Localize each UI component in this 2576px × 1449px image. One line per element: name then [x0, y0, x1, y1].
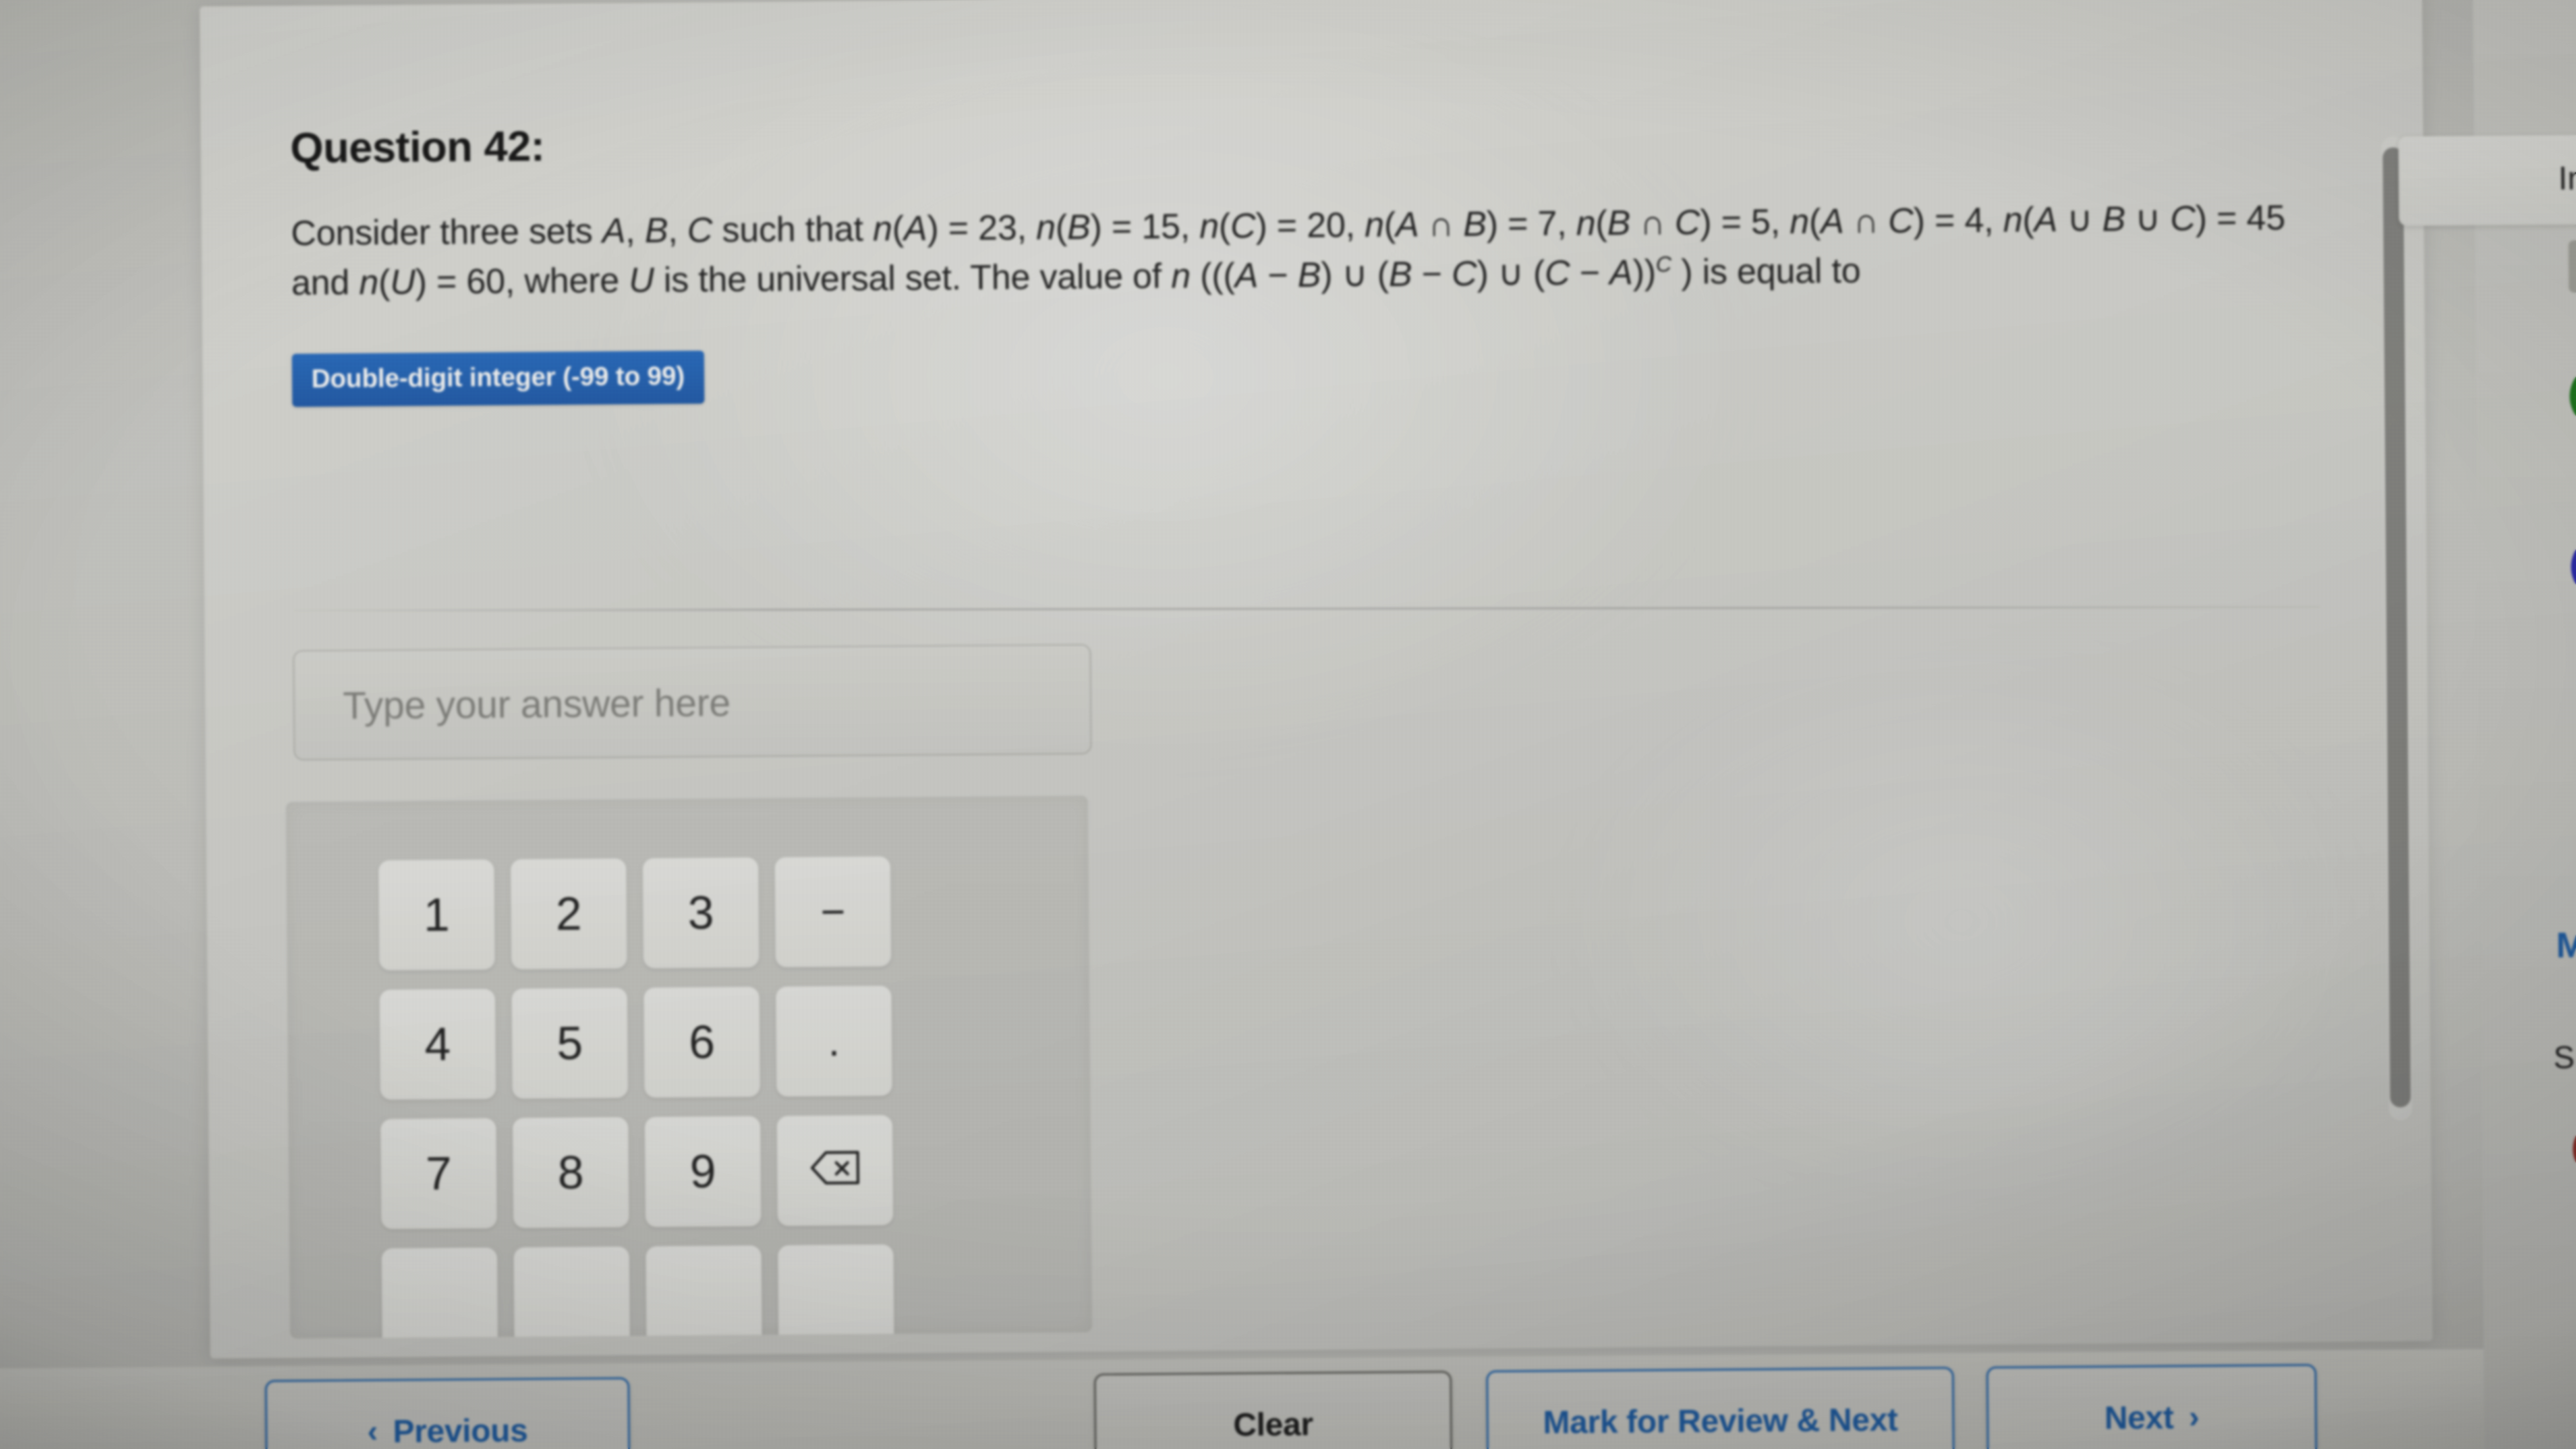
key-decimal-label: . — [828, 1017, 840, 1065]
clear-button-label: Clear — [1233, 1405, 1313, 1443]
answer-type-badge: Double-digit integer (-99 to 99) — [291, 350, 704, 407]
key-7-label: 7 — [425, 1147, 452, 1200]
key-4-label: 4 — [424, 1018, 451, 1071]
previous-button[interactable]: ‹ Previous — [264, 1377, 631, 1449]
key-6[interactable]: 6 — [643, 986, 760, 1098]
key-9[interactable]: 9 — [644, 1116, 762, 1227]
section-label: Sectio — [2553, 1038, 2576, 1075]
previous-button-label: Previous — [393, 1411, 528, 1449]
backspace-icon — [809, 1143, 861, 1197]
chevron-right-icon: › — [2188, 1398, 2200, 1435]
key-row4-col1[interactable] — [381, 1247, 498, 1339]
key-4[interactable]: 4 — [379, 988, 496, 1100]
answer-input[interactable]: Type your answer here — [293, 644, 1092, 761]
key-8-label: 8 — [557, 1146, 584, 1199]
subject-label: MAT — [2556, 925, 2576, 966]
instructions-card[interactable] — [2398, 134, 2576, 226]
key-6-label: 6 — [688, 1016, 716, 1069]
bottom-navigation-bar: ‹ Previous Clear Mark for Review & Next … — [0, 1348, 2576, 1449]
key-5-label: 5 — [556, 1017, 583, 1070]
question-content: Question 42: Consider three sets A, B, C… — [290, 108, 2328, 407]
key-3-label: 3 — [687, 886, 714, 940]
legend-marked-answered — [2571, 530, 2576, 603]
key-decimal[interactable]: . — [776, 986, 892, 1097]
key-minus[interactable]: − — [774, 856, 892, 967]
key-2-label: 2 — [555, 887, 582, 940]
legend-not-visited — [2568, 239, 2576, 293]
key-row4-col3[interactable] — [646, 1245, 762, 1339]
key-8[interactable]: 8 — [512, 1116, 629, 1228]
mark-for-review-button-label: Mark for Review & Next — [1543, 1400, 1898, 1440]
key-row4-col2[interactable] — [513, 1246, 631, 1339]
legend-answered — [2569, 360, 2576, 432]
question-palette-sidebar: Ins MAT Sectio 42 — [2398, 0, 2576, 1449]
key-5[interactable]: 5 — [511, 988, 629, 1099]
key-1[interactable]: 1 — [378, 859, 495, 971]
next-button-label: Next — [2104, 1398, 2174, 1436]
key-9-label: 9 — [689, 1145, 716, 1198]
exam-app-screen: Question 42: Consider three sets A, B, C… — [0, 0, 2576, 1449]
question-body: Consider three sets A, B, C such that n(… — [291, 198, 2286, 303]
chevron-left-icon: ‹ — [367, 1413, 378, 1449]
current-question-badge[interactable]: 42 — [2572, 1117, 2576, 1181]
numeric-keypad: 1 2 3 − 4 5 6. 7 8 9 — [285, 795, 1093, 1339]
screen-glare-secondary — [1408, 538, 2515, 1305]
key-3[interactable]: 3 — [642, 857, 760, 969]
key-row4-col4[interactable] — [778, 1244, 894, 1339]
key-2[interactable]: 2 — [510, 858, 627, 969]
next-button[interactable]: Next › — [1986, 1363, 2318, 1449]
instructions-label: Ins — [2558, 160, 2576, 198]
photograph-of-exam-screen: Question 42: Consider three sets A, B, C… — [0, 0, 2576, 1449]
key-1-label: 1 — [423, 888, 450, 942]
answer-input-placeholder: Type your answer here — [343, 680, 731, 727]
clear-button[interactable]: Clear — [1093, 1370, 1453, 1449]
mark-for-review-and-next-button[interactable]: Mark for Review & Next — [1486, 1367, 1955, 1449]
key-7[interactable]: 7 — [380, 1118, 497, 1230]
key-minus-label: − — [820, 888, 846, 936]
keypad-grid: 1 2 3 − 4 5 6. 7 8 9 — [370, 847, 903, 1339]
key-backspace[interactable] — [776, 1114, 894, 1226]
